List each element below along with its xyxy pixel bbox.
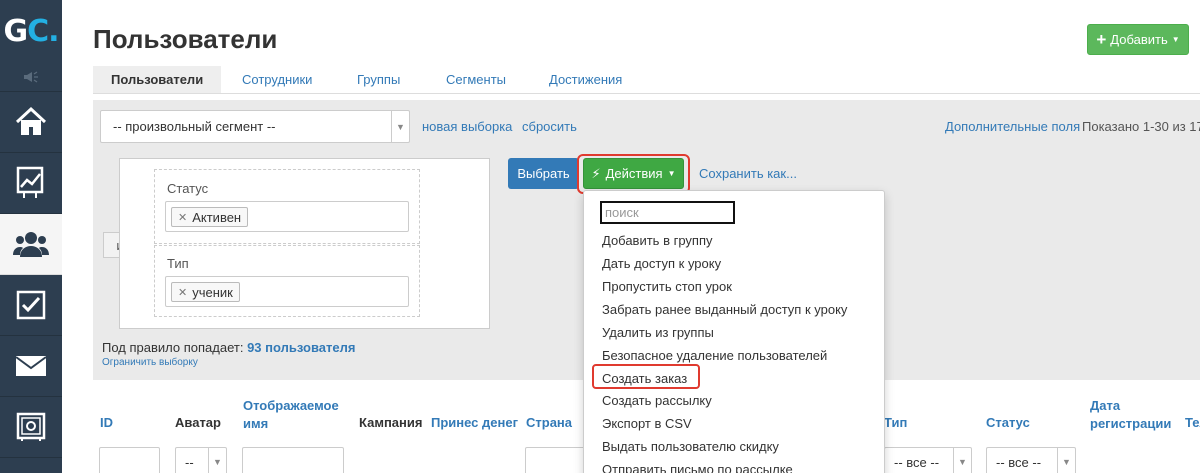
menu-item-safe-delete-users[interactable]: Безопасное удаление пользователей	[602, 348, 827, 363]
col-id[interactable]: ID	[100, 414, 113, 432]
home-icon[interactable]	[0, 92, 62, 153]
remove-tag-icon[interactable]: ✕	[178, 211, 187, 224]
menu-item-export-csv[interactable]: Экспорт в CSV	[602, 416, 692, 431]
condition-status: Статус ✕ Активен	[154, 169, 420, 244]
col-phone[interactable]: Тел	[1185, 414, 1200, 432]
logo-text: GC.	[3, 13, 59, 49]
col-display-name[interactable]: Отображаемое имя	[243, 397, 339, 433]
new-selection-link[interactable]: новая выборка	[422, 119, 512, 134]
logo[interactable]: GC.	[0, 0, 62, 62]
type-filter-value: -- все --	[894, 455, 940, 470]
avatar-filter-select[interactable]: -- ▼	[175, 447, 227, 473]
type-filter-select[interactable]: -- все -- ▼	[884, 447, 972, 473]
tag-label: ученик	[192, 284, 233, 300]
col-status[interactable]: Статус	[986, 414, 1030, 432]
page-title: Пользователи	[93, 24, 278, 54]
add-button[interactable]: + Добавить ▼	[1087, 24, 1189, 55]
status-input[interactable]: ✕ Активен	[165, 201, 409, 232]
col-avatar: Аватар	[175, 415, 221, 430]
save-as-link[interactable]: Сохранить как...	[699, 166, 797, 181]
country-filter-input[interactable]	[525, 447, 585, 473]
rule-box: Статус ✕ Активен Тип ✕ ученик	[119, 158, 490, 329]
reset-link[interactable]: сбросить	[522, 119, 577, 134]
status-filter-value: -- все --	[996, 455, 1042, 470]
chevron-down-icon: ▼	[1057, 448, 1075, 473]
rule-count: Под правило попадает: 93 пользователя	[102, 340, 355, 355]
users-icon[interactable]	[0, 214, 62, 275]
avatar-filter-value: --	[185, 455, 194, 470]
shown-count: Показано 1-30 из 176	[1082, 119, 1200, 134]
menu-item-revoke-lesson-access[interactable]: Забрать ранее выданный доступ к уроку	[602, 302, 847, 317]
col-revenue[interactable]: Принес денег	[431, 414, 518, 432]
announcements-icon[interactable]	[0, 62, 62, 92]
col-display-name-line2: имя	[243, 416, 269, 431]
tab-segments[interactable]: Сегменты	[446, 66, 506, 93]
remove-tag-icon[interactable]: ✕	[178, 286, 187, 299]
col-registration-line2: регистрации	[1090, 416, 1172, 431]
condition-type: Тип ✕ ученик	[154, 245, 420, 317]
status-filter-select[interactable]: -- все -- ▼	[986, 447, 1076, 473]
col-registration-line1: Дата	[1090, 398, 1121, 413]
tab-employees[interactable]: Сотрудники	[242, 66, 312, 93]
rule-count-prefix: Под правило попадает:	[102, 340, 244, 355]
id-filter-input[interactable]	[99, 447, 160, 473]
col-type[interactable]: Тип	[884, 414, 907, 432]
tag: ✕ ученик	[171, 282, 240, 302]
add-button-label: Добавить	[1110, 32, 1168, 47]
name-filter-input[interactable]	[242, 447, 344, 473]
caret-down-icon: ▼	[1171, 35, 1180, 44]
extra-fields-link[interactable]: Дополнительные поля	[945, 119, 1080, 134]
menu-item-create-mailing[interactable]: Создать рассылку	[602, 393, 712, 408]
actions-button-label: Действия	[605, 166, 663, 181]
lightning-icon: ⚡	[591, 165, 601, 181]
chart-icon[interactable]	[0, 153, 62, 214]
condition-label: Статус	[167, 181, 209, 196]
limit-selection-link[interactable]: Ограничить выборку	[102, 357, 198, 368]
tasks-icon[interactable]	[0, 275, 62, 336]
tab-users[interactable]: Пользователи	[93, 66, 222, 93]
tab-groups[interactable]: Группы	[357, 66, 400, 93]
tab-achievements[interactable]: Достижения	[549, 66, 622, 93]
condition-label: Тип	[167, 256, 189, 271]
caret-down-icon: ▼	[667, 169, 676, 178]
col-registration-date[interactable]: Дата регистрации	[1090, 397, 1171, 433]
mail-icon[interactable]	[0, 336, 62, 397]
rule-count-value[interactable]: 93 пользователя	[247, 340, 355, 355]
menu-item-add-to-group[interactable]: Добавить в группу	[602, 233, 713, 248]
actions-button[interactable]: ⚡ Действия ▼	[583, 158, 684, 189]
select-button[interactable]: Выбрать	[508, 158, 579, 189]
menu-item-skip-stop-lesson[interactable]: Пропустить стоп урок	[602, 279, 732, 294]
tabs: Пользователи Сотрудники Группы Сегменты …	[93, 66, 1200, 94]
segment-select-value: -- произвольный сегмент --	[113, 119, 276, 134]
menu-item-send-mailing-letter[interactable]: Отправить письмо по рассылке	[602, 462, 793, 473]
actions-dropdown: поиск Добавить в группу Дать доступ к ур…	[583, 190, 885, 473]
sidebar: GC.	[0, 0, 62, 473]
menu-item-grant-lesson-access[interactable]: Дать доступ к уроку	[602, 256, 721, 271]
tag: ✕ Активен	[171, 207, 249, 227]
type-input[interactable]: ✕ ученик	[165, 276, 409, 307]
chevron-down-icon: ▼	[208, 448, 226, 473]
safe-icon[interactable]	[0, 397, 62, 458]
col-country[interactable]: Страна	[526, 414, 572, 432]
chevron-down-icon: ▼	[953, 448, 971, 473]
segment-select[interactable]: -- произвольный сегмент -- ▼	[100, 110, 410, 143]
menu-item-remove-from-group[interactable]: Удалить из группы	[602, 325, 714, 340]
col-campaign: Кампания	[359, 415, 423, 430]
chevron-down-icon: ▼	[391, 111, 409, 142]
create-order-highlight	[592, 364, 700, 389]
dropdown-search-input[interactable]: поиск	[600, 201, 735, 224]
menu-item-give-discount[interactable]: Выдать пользователю скидку	[602, 439, 779, 454]
tag-label: Активен	[192, 209, 242, 225]
col-display-name-line1: Отображаемое	[243, 398, 339, 413]
plus-icon: +	[1096, 30, 1107, 49]
